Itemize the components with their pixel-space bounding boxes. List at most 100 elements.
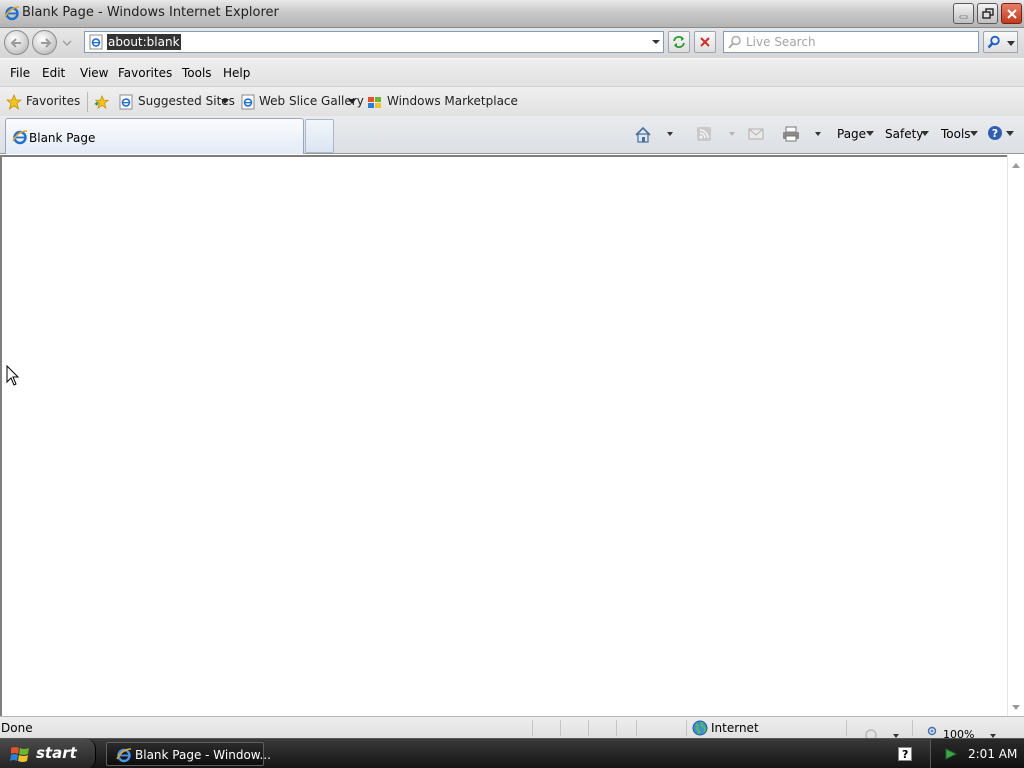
taskbar-button-label: Blank Page - Window... bbox=[135, 748, 271, 762]
minimize-button[interactable] bbox=[953, 3, 974, 24]
back-button[interactable] bbox=[4, 30, 29, 55]
page-menu-dropdown-icon[interactable] bbox=[866, 131, 874, 136]
clock[interactable]: 2:01 AM bbox=[968, 747, 1017, 761]
tools-menu-dropdown-icon[interactable] bbox=[970, 131, 978, 136]
menu-tools[interactable]: Tools bbox=[182, 66, 212, 80]
stop-button[interactable] bbox=[694, 31, 716, 53]
protected-mode-icon[interactable] bbox=[864, 726, 878, 738]
print-dropdown-icon[interactable] bbox=[815, 132, 821, 136]
ie-page-icon bbox=[89, 34, 103, 50]
suggested-sites-dropdown-icon[interactable] bbox=[221, 99, 229, 104]
question-mark-icon: ? bbox=[902, 748, 909, 761]
ie-page-icon bbox=[241, 94, 255, 110]
window-title: Blank Page - Windows Internet Explorer bbox=[22, 5, 279, 20]
security-zone-label[interactable]: Internet bbox=[711, 721, 759, 735]
marketplace-icon bbox=[368, 97, 381, 108]
status-divider bbox=[616, 720, 617, 736]
address-dropdown-icon[interactable] bbox=[651, 37, 661, 47]
svg-text:?: ? bbox=[992, 127, 998, 140]
mouse-cursor-icon bbox=[6, 365, 20, 386]
system-tray: 2:01 AM bbox=[930, 739, 1024, 768]
close-icon bbox=[1007, 9, 1017, 19]
zoom-icon[interactable] bbox=[927, 726, 939, 738]
zoom-level[interactable]: 100% bbox=[943, 728, 974, 738]
search-box[interactable] bbox=[723, 31, 979, 53]
ie-icon bbox=[116, 748, 132, 763]
favorites-button[interactable]: Favorites bbox=[26, 94, 80, 108]
search-icon bbox=[728, 35, 741, 49]
status-divider bbox=[846, 720, 847, 736]
help-tray-icon[interactable]: ? bbox=[898, 747, 912, 761]
refresh-icon bbox=[673, 36, 685, 48]
close-button[interactable] bbox=[1001, 3, 1022, 24]
taskbar-button-ie[interactable]: Blank Page - Window... bbox=[106, 742, 271, 766]
scroll-down-icon[interactable] bbox=[1012, 705, 1020, 710]
tools-menu-button[interactable]: Tools bbox=[941, 127, 971, 141]
search-options-button[interactable] bbox=[1004, 31, 1018, 53]
safety-menu-dropdown-icon[interactable] bbox=[921, 131, 929, 136]
stop-icon bbox=[700, 37, 710, 47]
home-dropdown-icon[interactable] bbox=[667, 132, 673, 136]
refresh-button[interactable] bbox=[668, 31, 690, 53]
chevron-down-icon bbox=[1007, 41, 1015, 46]
status-divider bbox=[636, 720, 637, 736]
navigation-bar: about:blank bbox=[0, 28, 1024, 58]
menu-bar: File Edit View Favorites Tools Help bbox=[0, 58, 1024, 86]
page-menu-button[interactable]: Page bbox=[837, 127, 866, 141]
start-button[interactable]: start bbox=[0, 739, 96, 768]
home-icon[interactable] bbox=[634, 126, 652, 144]
address-bar[interactable]: about:blank bbox=[84, 31, 664, 53]
minimize-icon bbox=[959, 15, 968, 19]
add-to-favorites-bar-icon[interactable] bbox=[94, 94, 110, 110]
menu-view[interactable]: View bbox=[80, 66, 108, 80]
address-url[interactable]: about:blank bbox=[107, 34, 181, 50]
vertical-scrollbar[interactable] bbox=[1007, 155, 1024, 716]
favorites-star-icon bbox=[6, 94, 22, 110]
search-go-button[interactable] bbox=[983, 31, 1005, 53]
forward-button[interactable] bbox=[32, 30, 57, 55]
windows-flag-icon bbox=[10, 747, 29, 762]
favorites-bar: Favorites Suggested Sites Web Slice Gall… bbox=[0, 86, 1024, 116]
forward-arrow-icon bbox=[41, 38, 52, 48]
tab-label: Blank Page bbox=[29, 131, 96, 145]
title-bar[interactable]: Blank Page - Windows Internet Explorer bbox=[0, 0, 1024, 28]
status-text: Done bbox=[1, 721, 33, 735]
feeds-icon[interactable] bbox=[696, 126, 712, 142]
tab-blank-page[interactable]: Blank Page bbox=[5, 118, 304, 154]
menu-favorites[interactable]: Favorites bbox=[118, 66, 172, 80]
status-divider bbox=[912, 720, 913, 736]
web-slice-gallery-dropdown-icon[interactable] bbox=[348, 99, 356, 104]
status-divider bbox=[560, 720, 561, 736]
scroll-up-icon[interactable] bbox=[1012, 163, 1020, 168]
start-label: start bbox=[36, 744, 77, 762]
status-divider bbox=[686, 720, 687, 736]
page-content-area[interactable] bbox=[0, 155, 1007, 716]
help-dropdown-icon[interactable] bbox=[1006, 131, 1014, 136]
menu-file[interactable]: File bbox=[10, 66, 30, 80]
back-arrow-icon bbox=[10, 38, 21, 48]
restore-button[interactable] bbox=[977, 3, 998, 24]
help-icon[interactable]: ? bbox=[987, 125, 1003, 141]
new-tab-button[interactable] bbox=[305, 119, 334, 153]
windows-marketplace-link[interactable]: Windows Marketplace bbox=[387, 94, 518, 108]
ie-page-icon bbox=[119, 94, 133, 110]
status-divider bbox=[588, 720, 589, 736]
feeds-dropdown-icon[interactable] bbox=[729, 132, 735, 136]
internet-zone-icon[interactable] bbox=[692, 720, 708, 736]
search-input[interactable] bbox=[746, 34, 974, 50]
favorites-separator bbox=[87, 92, 88, 112]
menu-edit[interactable]: Edit bbox=[42, 66, 65, 80]
restore-icon bbox=[982, 8, 994, 19]
network-icon[interactable] bbox=[943, 746, 959, 762]
recent-pages-dropdown-icon[interactable] bbox=[61, 37, 73, 49]
safety-menu-button[interactable]: Safety bbox=[885, 127, 923, 141]
ie-icon bbox=[4, 6, 20, 21]
print-icon[interactable] bbox=[782, 126, 800, 142]
tab-row: Blank Page Page Safety Tools ? bbox=[0, 116, 1024, 154]
ie-icon bbox=[12, 130, 28, 145]
mail-icon[interactable] bbox=[748, 126, 764, 142]
status-divider bbox=[532, 720, 533, 736]
menu-help[interactable]: Help bbox=[223, 66, 250, 80]
taskbar: start Blank Page - Window... ? 2:01 AM bbox=[0, 738, 1024, 768]
status-bar: Done Internet 100% bbox=[0, 716, 1024, 738]
